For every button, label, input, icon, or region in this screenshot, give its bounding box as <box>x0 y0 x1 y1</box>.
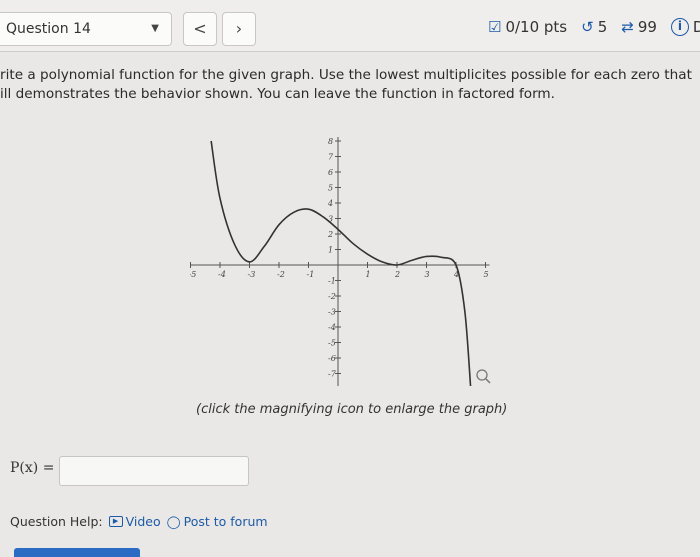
score-info: ☑ 0/10 pts ↺ 5 ⇄ 99 i De <box>488 16 700 38</box>
top-bar: Question 14 ▼ < › ☑ 0/10 pts ↺ 5 ⇄ 99 i … <box>0 0 700 52</box>
question-prompt: rite a polynomial function for the given… <box>0 66 700 104</box>
answer-input[interactable] <box>59 456 249 486</box>
question-help: Question Help: ▶ Video ◯ Post to forum <box>10 514 268 529</box>
video-icon: ▶ <box>108 516 123 527</box>
x-tick-label: -2 <box>277 270 285 279</box>
magnify-icon[interactable] <box>476 369 491 384</box>
submit-button[interactable] <box>14 548 140 557</box>
y-tick-label: -1 <box>328 277 336 286</box>
x-tick-label: -3 <box>248 270 256 279</box>
x-tick-label: -4 <box>218 270 226 279</box>
polynomial-graph: -5-4-3-2-11234587654321-1-2-3-4-5-6-7-8 <box>186 126 506 394</box>
x-tick-label: 2 <box>394 270 400 279</box>
info-icon[interactable]: i <box>670 18 689 36</box>
x-tick-label: -5 <box>190 270 196 279</box>
x-tick-label: 1 <box>366 270 371 279</box>
answer-label: P(x) = <box>10 460 55 476</box>
comment-icon: ◯ <box>166 514 181 529</box>
y-tick-label: -7 <box>328 370 337 379</box>
retry-icon: ↺ <box>581 18 594 36</box>
chevron-down-icon: ▼ <box>151 23 159 34</box>
y-tick-label: 2 <box>327 230 333 239</box>
chevron-right-icon: › <box>235 19 243 38</box>
y-tick-label: -3 <box>328 308 336 317</box>
score-text: 0/10 pts <box>505 18 568 36</box>
prompt-line-2: ill demonstrates the behavior shown. You… <box>0 86 555 102</box>
video-link[interactable]: ▶ Video <box>108 514 161 529</box>
y-tick-label: 7 <box>328 153 334 162</box>
y-tick-label: 1 <box>328 246 333 255</box>
question-select[interactable]: Question 14 ▼ <box>0 12 172 46</box>
y-tick-label: 5 <box>328 184 333 193</box>
video-label: Video <box>125 514 161 529</box>
prompt-line-1: rite a polynomial function for the given… <box>0 67 692 83</box>
next-question-button[interactable]: › <box>222 12 256 46</box>
question-select-label: Question 14 <box>6 21 91 37</box>
chevron-left-icon: < <box>193 19 207 38</box>
x-tick-label: 3 <box>425 270 430 279</box>
y-tick-label: -5 <box>328 339 336 348</box>
prev-question-button[interactable]: < <box>183 12 217 46</box>
y-tick-label: -8 <box>328 385 336 386</box>
y-tick-label: -6 <box>328 354 336 363</box>
attempts-icon: ⇄ <box>621 18 634 36</box>
polynomial-curve <box>210 140 472 390</box>
y-tick-label: 6 <box>328 168 333 177</box>
forum-label: Post to forum <box>183 514 268 529</box>
y-tick-label: -2 <box>328 292 336 301</box>
details-link[interactable]: De <box>693 18 700 36</box>
retries-count: 5 <box>597 18 608 36</box>
x-tick-label: 5 <box>484 270 489 279</box>
checkbox-icon: ☑ <box>488 18 502 36</box>
y-tick-label: -4 <box>328 323 336 332</box>
forum-link[interactable]: ◯ Post to forum <box>167 514 268 529</box>
help-label: Question Help: <box>10 514 103 529</box>
attempts-count: 99 <box>637 18 657 36</box>
x-tick-label: -1 <box>307 270 315 279</box>
y-tick-label: 8 <box>328 137 333 146</box>
graph-svg: -5-4-3-2-11234587654321-1-2-3-4-5-6-7-8 <box>186 137 491 394</box>
y-tick-label: 4 <box>327 199 333 208</box>
graph-caption: (click the magnifying icon to enlarge th… <box>196 402 508 417</box>
